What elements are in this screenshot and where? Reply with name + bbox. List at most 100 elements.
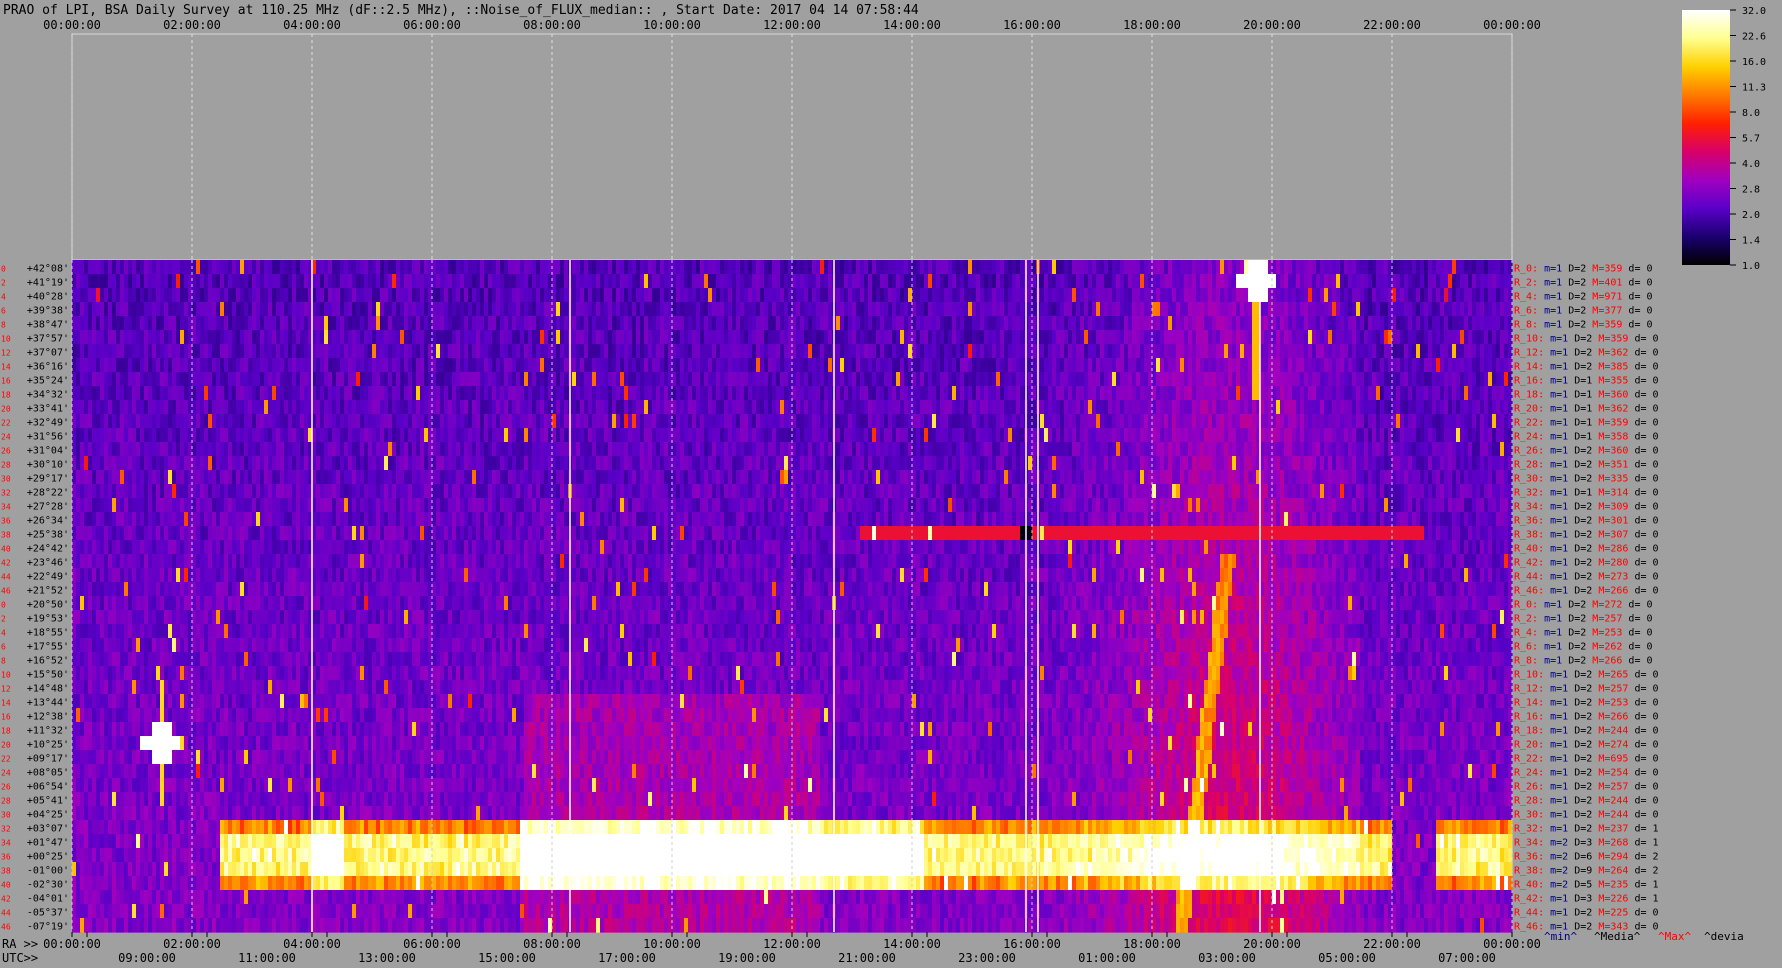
heatmap-cell <box>956 260 961 275</box>
heatmap-cell <box>392 358 397 373</box>
heatmap-cell <box>1292 386 1297 401</box>
heatmap-cell <box>1008 330 1013 345</box>
heatmap-cell <box>1432 358 1437 373</box>
heatmap-cell <box>852 344 857 359</box>
heatmap-cell <box>260 274 265 289</box>
heatmap-cell <box>512 372 517 387</box>
heatmap-cell <box>1500 358 1505 373</box>
heatmap-cell <box>752 302 757 317</box>
heatmap-cell <box>1356 414 1361 429</box>
heatmap-cell <box>344 260 349 275</box>
heatmap-cell <box>500 428 505 443</box>
heatmap-cell <box>1380 330 1385 345</box>
heatmap-cell <box>1052 274 1057 289</box>
heatmap-cell <box>804 302 809 317</box>
heatmap-cell <box>852 386 857 401</box>
heatmap-cell <box>1016 274 1021 289</box>
heatmap-cell <box>380 274 385 289</box>
heatmap-cell <box>660 330 665 345</box>
heatmap-cell <box>120 442 125 457</box>
heatmap-cell <box>1340 414 1345 429</box>
heatmap-cell <box>900 386 905 401</box>
heatmap-cell <box>604 372 609 387</box>
heatmap-cell <box>448 414 453 429</box>
heatmap-cell <box>204 386 209 401</box>
heatmap-cell <box>856 302 861 317</box>
heatmap-cell <box>1128 386 1133 401</box>
heatmap-cell <box>128 274 133 289</box>
heatmap-cell <box>1308 428 1313 443</box>
heatmap-cell <box>180 316 185 331</box>
heatmap-cell <box>604 386 609 401</box>
heatmap-cell <box>652 274 657 289</box>
heatmap-cell <box>588 330 593 345</box>
heatmap-cell <box>384 358 389 373</box>
heatmap-cell <box>1176 288 1181 303</box>
heatmap-cell <box>500 442 505 457</box>
heatmap-cell <box>320 344 325 359</box>
heatmap-cell <box>508 400 513 415</box>
heatmap-cell <box>1012 372 1017 387</box>
heatmap-cell <box>148 386 153 401</box>
heatmap-cell <box>388 386 393 401</box>
heatmap-cell <box>1384 344 1389 359</box>
heatmap-cell <box>444 274 449 289</box>
heatmap-cell <box>960 344 965 359</box>
heatmap-cell <box>440 428 445 443</box>
heatmap-cell <box>940 372 945 387</box>
heatmap-cell <box>868 288 873 303</box>
heatmap-cell <box>1452 414 1457 429</box>
heatmap-cell <box>372 386 377 401</box>
heatmap-cell <box>824 274 829 289</box>
heatmap-cell <box>324 288 329 303</box>
heatmap-cell <box>172 344 177 359</box>
heatmap-cell <box>940 358 945 373</box>
heatmap-cell <box>844 414 849 429</box>
heatmap-cell <box>232 316 237 331</box>
heatmap-cell <box>1076 400 1081 415</box>
heatmap-cell <box>576 274 581 289</box>
heatmap-cell <box>1200 428 1205 443</box>
heatmap-cell <box>356 316 361 331</box>
heatmap-cell <box>324 344 329 359</box>
heatmap-cell <box>696 386 701 401</box>
heatmap-cell <box>912 400 917 415</box>
heatmap-cell <box>524 316 529 331</box>
heatmap-cell <box>840 358 845 373</box>
heatmap-cell <box>1128 330 1133 345</box>
heatmap-cell <box>168 302 173 317</box>
heatmap-cell <box>948 288 953 303</box>
heatmap-cell <box>1208 400 1213 415</box>
heatmap-cell <box>600 344 605 359</box>
heatmap-cell <box>792 400 797 415</box>
heatmap-cell <box>1172 372 1177 387</box>
heatmap-cell <box>180 288 185 303</box>
heatmap-cell <box>708 386 713 401</box>
heatmap-cell <box>644 442 649 457</box>
heatmap-cell <box>384 330 389 345</box>
heatmap-cell <box>956 428 961 443</box>
heatmap-cell <box>416 442 421 457</box>
heatmap-cell <box>1060 344 1065 359</box>
heatmap-cell <box>128 428 133 443</box>
heatmap-cell <box>1228 428 1233 443</box>
heatmap-cell <box>228 288 233 303</box>
heatmap-cell <box>1300 386 1305 401</box>
heatmap-cell <box>852 288 857 303</box>
heatmap-cell <box>1400 260 1405 275</box>
heatmap-cell <box>696 442 701 457</box>
heatmap-cell <box>1392 288 1397 303</box>
heatmap-cell <box>1228 344 1233 359</box>
heatmap-cell <box>388 358 393 373</box>
heatmap-cell <box>1216 372 1221 387</box>
heatmap-cell <box>512 414 517 429</box>
heatmap-cell <box>1064 302 1069 317</box>
heatmap-cell <box>96 274 101 289</box>
heatmap-cell <box>1048 344 1053 359</box>
heatmap-cell <box>80 288 85 303</box>
heatmap-cell <box>544 344 549 359</box>
heatmap-cell <box>1208 372 1213 387</box>
heatmap-cell <box>696 302 701 317</box>
heatmap-cell <box>104 386 109 401</box>
heatmap-cell <box>1344 442 1349 457</box>
